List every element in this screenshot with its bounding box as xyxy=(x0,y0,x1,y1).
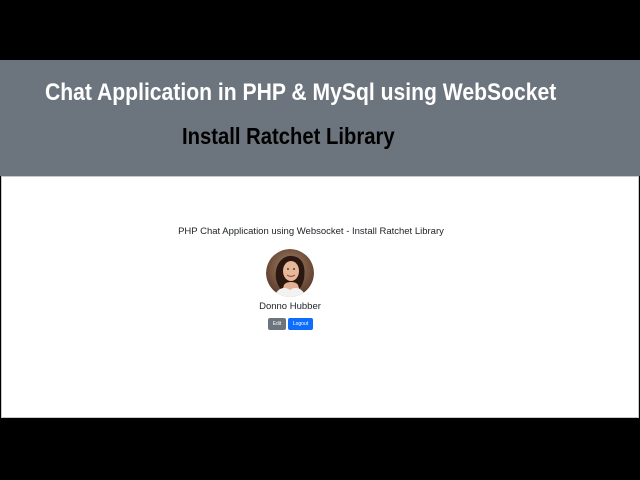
title-banner: Chat Application in PHP & MySql using We… xyxy=(0,60,640,176)
user-photo-icon xyxy=(266,249,314,297)
banner-subtitle: Install Ratchet Library xyxy=(182,123,395,149)
logout-button[interactable]: Logout xyxy=(288,318,313,330)
banner-title: Chat Application in PHP & MySql using We… xyxy=(45,79,557,106)
user-name: Donno Hubber xyxy=(259,301,321,312)
page-title: PHP Chat Application using Websocket - I… xyxy=(178,226,444,237)
video-frame: Chat Application in PHP & MySql using We… xyxy=(0,0,640,480)
avatar xyxy=(266,249,314,297)
chat-app-page: PHP Chat Application using Websocket - I… xyxy=(1,176,639,418)
edit-button[interactable]: Edit xyxy=(268,318,286,330)
